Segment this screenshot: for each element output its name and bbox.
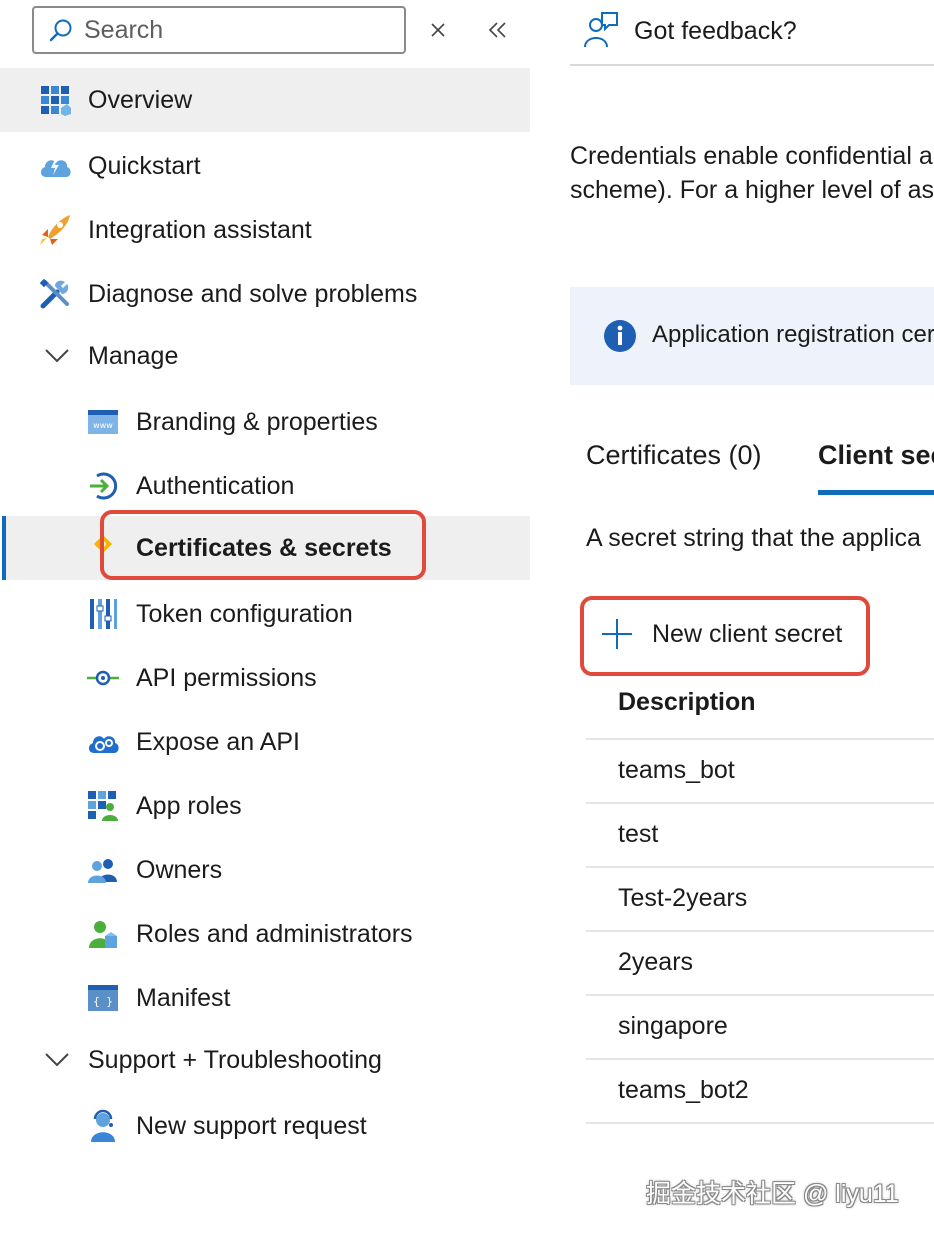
- nav-label: Quickstart: [88, 151, 201, 180]
- support-agent-icon: [86, 1109, 120, 1143]
- nav-item-app-roles[interactable]: App roles: [0, 774, 530, 838]
- info-banner-text: Application registration cer: [652, 321, 934, 348]
- row-description: Test-2years: [618, 884, 748, 912]
- nav-item-owners[interactable]: Owners: [0, 838, 530, 902]
- nav-label: Diagnose and solve problems: [88, 279, 418, 308]
- new-client-secret-label: New client secret: [652, 619, 843, 648]
- nav-item-expose-api[interactable]: Expose an API: [0, 710, 530, 774]
- nav-label: Token configuration: [136, 599, 353, 628]
- nav-item-manifest[interactable]: { } Manifest: [0, 966, 530, 1030]
- row-description: 2years: [618, 948, 694, 976]
- nav-label: Overview: [88, 85, 193, 114]
- table-row[interactable]: singapore: [586, 994, 934, 1058]
- nav-label: Manifest: [136, 983, 231, 1012]
- clear-search-button[interactable]: [422, 14, 454, 46]
- key-icon: [86, 531, 120, 565]
- row-description: teams_bot2: [618, 1076, 749, 1104]
- info-banner: Application registration cer: [570, 287, 934, 385]
- feedback-label: Got feedback?: [634, 16, 797, 45]
- nav-label: Branding & properties: [136, 407, 378, 436]
- nav-item-branding[interactable]: www Branding & properties: [0, 390, 530, 454]
- token-bars-icon: [86, 597, 120, 631]
- table-row[interactable]: teams_bot2: [586, 1058, 934, 1122]
- search-icon: [49, 19, 72, 42]
- svg-text:www: www: [93, 421, 113, 430]
- cloud-gear-icon: [86, 725, 120, 759]
- row-description: test: [618, 820, 659, 848]
- nav-label: Authentication: [136, 471, 295, 500]
- row-description: teams_bot: [618, 756, 735, 784]
- table-row[interactable]: teams_bot: [586, 738, 934, 802]
- credentials-description-line2: scheme). For a higher level of as: [570, 176, 934, 204]
- table-bottom-border: [586, 1122, 934, 1124]
- nav-label: Integration assistant: [88, 215, 312, 244]
- nav-item-certificates-secrets[interactable]: Certificates & secrets: [6, 516, 530, 580]
- search-input[interactable]: [84, 15, 384, 45]
- header-divider: [570, 64, 934, 66]
- nav-group-label: Support + Troubleshooting: [88, 1045, 382, 1074]
- chevron-down-icon: [40, 1043, 74, 1077]
- column-header-description[interactable]: Description: [618, 688, 756, 717]
- double-chevron-left-icon: [488, 22, 506, 38]
- manifest-code-icon: { }: [86, 981, 120, 1015]
- collapse-sidebar-button[interactable]: [482, 14, 514, 46]
- users-icon: [86, 853, 120, 887]
- user-admin-icon: [86, 917, 120, 951]
- search-box[interactable]: [32, 6, 406, 54]
- tab-certificates[interactable]: Certificates (0): [586, 440, 762, 471]
- plus-icon: [602, 619, 632, 649]
- credentials-description-line1: Credentials enable confidential a: [570, 142, 933, 170]
- watermark: 掘金技术社区 @ liyu11: [646, 1180, 899, 1208]
- feedback-button[interactable]: Got feedback?: [584, 10, 797, 52]
- nav-group-manage[interactable]: Manage: [0, 324, 530, 388]
- nav-label: App roles: [136, 791, 242, 820]
- nav-item-diagnose[interactable]: Diagnose and solve problems: [0, 262, 530, 326]
- row-description: singapore: [618, 1012, 728, 1040]
- www-window-icon: www: [86, 405, 120, 439]
- info-icon: [604, 320, 636, 352]
- svg-text:{ }: { }: [93, 995, 113, 1008]
- nav-item-new-support-request[interactable]: New support request: [0, 1094, 530, 1158]
- table-row[interactable]: test: [586, 802, 934, 866]
- nav-item-roles-administrators[interactable]: Roles and administrators: [0, 902, 530, 966]
- nav-label: New support request: [136, 1111, 367, 1140]
- nav-group-support[interactable]: Support + Troubleshooting: [0, 1028, 530, 1092]
- nav-label: API permissions: [136, 663, 317, 692]
- nav-label: Owners: [136, 855, 223, 884]
- active-tab-underline: [818, 490, 934, 495]
- app-roles-icon: [86, 789, 120, 823]
- nav-item-authentication[interactable]: Authentication: [0, 454, 530, 518]
- close-icon: [431, 23, 445, 37]
- tab-client-secrets[interactable]: Client sec: [818, 440, 934, 471]
- nav-item-integration-assistant[interactable]: Integration assistant: [0, 198, 530, 262]
- nav-label: Roles and administrators: [136, 919, 413, 948]
- table-row[interactable]: Test-2years: [586, 866, 934, 930]
- nav-item-quickstart[interactable]: Quickstart: [0, 134, 530, 198]
- nav-item-api-permissions[interactable]: API permissions: [0, 646, 530, 710]
- overview-grid-icon: [38, 83, 72, 117]
- feedback-person-icon: [584, 12, 618, 48]
- nav-item-overview[interactable]: Overview: [0, 68, 530, 132]
- nav-label: Expose an API: [136, 727, 301, 756]
- rocket-icon: [38, 213, 72, 247]
- cloud-bolt-icon: [38, 149, 72, 183]
- new-client-secret-button[interactable]: New client secret: [600, 612, 842, 656]
- nav-item-token-configuration[interactable]: Token configuration: [0, 582, 530, 646]
- wrench-screwdriver-icon: [38, 277, 72, 311]
- chevron-down-icon: [40, 339, 74, 373]
- api-connector-icon: [86, 661, 120, 695]
- nav-label: Certificates & secrets: [136, 533, 392, 562]
- client-secret-description: A secret string that the applica: [586, 524, 921, 552]
- nav-group-label: Manage: [88, 341, 179, 370]
- table-row[interactable]: 2years: [586, 930, 934, 994]
- sign-in-arrow-icon: [86, 469, 120, 503]
